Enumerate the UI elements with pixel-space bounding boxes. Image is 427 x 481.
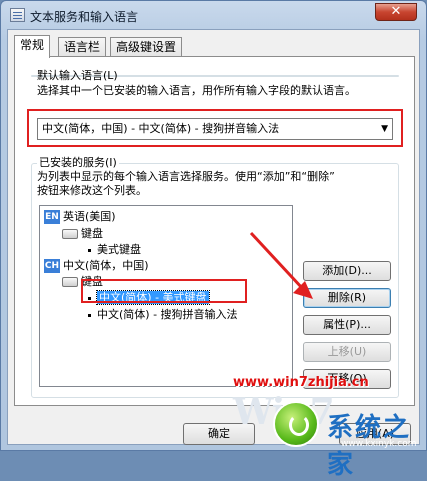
tree-node-sogou-pinyin[interactable]: 中文(简体) - 搜狗拼音输入法: [88, 307, 238, 323]
tree-node-keyboard-en[interactable]: 键盘: [62, 226, 103, 242]
keyboard-icon: [62, 277, 78, 287]
title-bar[interactable]: 文本服务和输入语言 ✕: [1, 1, 426, 29]
tab-advanced-key-settings[interactable]: 高级键设置: [110, 37, 183, 57]
installed-services-description-1: 为列表中显示的每个输入语言选择服务。使用“添加”和“删除”: [37, 170, 335, 183]
installed-services-legend: 已安装的服务(I): [37, 156, 119, 170]
bullet-icon: [88, 313, 91, 317]
annotation-box-selected-item: [81, 279, 247, 303]
properties-button[interactable]: 属性(P)...: [303, 315, 391, 335]
close-button[interactable]: ✕: [375, 3, 417, 21]
window-title: 文本服务和输入语言: [30, 10, 139, 24]
installed-services-description-2: 按钮来修改这个列表。: [37, 184, 147, 197]
move-up-button[interactable]: 上移(U): [303, 342, 391, 362]
bullet-icon: [88, 248, 91, 252]
language-badge-icon: CH: [44, 259, 60, 273]
tree-node-language-en[interactable]: EN 英语(美国): [44, 209, 116, 225]
default-language-select[interactable]: 中文(简体，中国) - 中文(简体) - 搜狗拼音输入法 ▼: [37, 118, 393, 140]
tab-language-bar[interactable]: 语言栏: [58, 37, 107, 57]
tree-node-us-keyboard[interactable]: 美式键盘: [88, 242, 141, 258]
tree-node-language-ch[interactable]: CH 中文(简体，中国): [44, 258, 149, 274]
dialog-window: 文本服务和输入语言 ✕ 常规 语言栏 高级键设置 默认输入语言(L) 选择其中一…: [0, 0, 427, 480]
remove-button[interactable]: 删除(R): [303, 288, 391, 308]
tab-general[interactable]: 常规: [14, 35, 51, 58]
default-language-value: 中文(简体，中国) - 中文(简体) - 搜狗拼音输入法: [42, 122, 280, 135]
watermark-site-text: www.win7zhijia.cn: [233, 375, 369, 390]
default-language-description: 选择其中一个已安装的输入语言，用作所有输入字段的默认语言。: [37, 84, 356, 97]
default-language-legend: 默认输入语言(L): [37, 69, 118, 82]
dropdown-arrow-icon[interactable]: ▼: [381, 119, 388, 139]
watermark-logo-icon: [273, 401, 319, 447]
add-button[interactable]: 添加(D)...: [303, 261, 391, 281]
keyboard-icon: [62, 229, 78, 239]
language-badge-icon: EN: [44, 210, 60, 224]
watermark-url-text: www.kxinyk.com: [341, 439, 417, 449]
app-icon: [10, 8, 25, 22]
